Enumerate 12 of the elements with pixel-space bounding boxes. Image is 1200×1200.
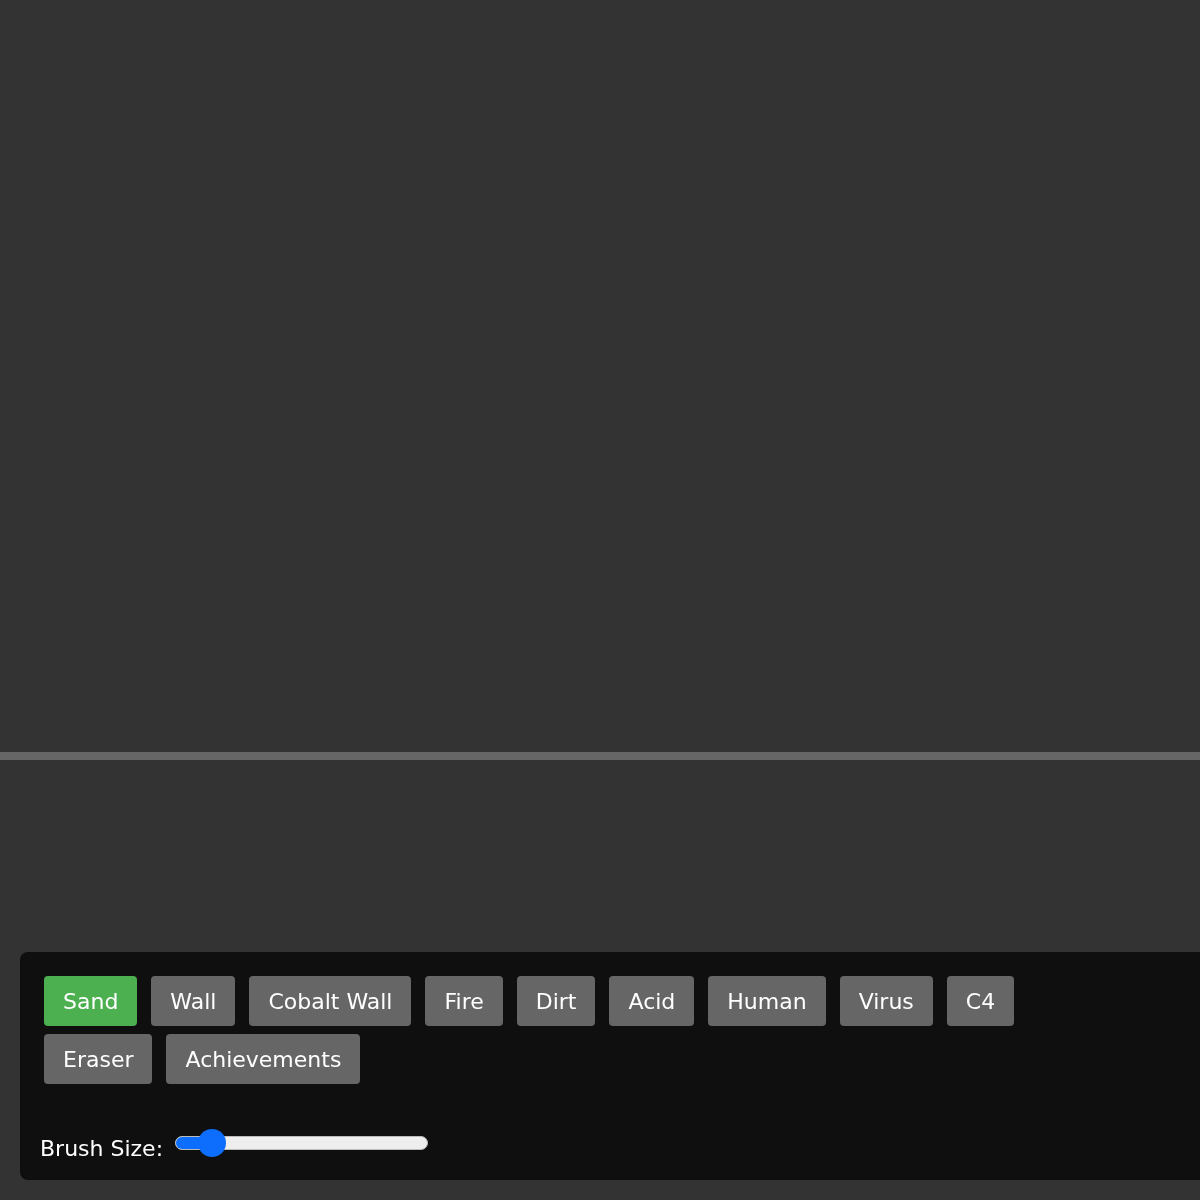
tool-button[interactable]: Eraser — [44, 1034, 153, 1084]
tool-button[interactable]: Dirt — [516, 976, 596, 1026]
tool-button[interactable]: C4 — [946, 976, 1015, 1026]
brush-size-slider[interactable] — [175, 1128, 429, 1157]
tool-button[interactable]: Cobalt Wall — [249, 976, 412, 1026]
tool-button[interactable]: Virus — [839, 976, 933, 1026]
tool-button[interactable]: Acid — [609, 976, 695, 1026]
tool-button[interactable]: Human — [708, 976, 826, 1026]
brush-size-label: Brush Size: — [40, 1135, 164, 1161]
tool-button[interactable]: Wall — [151, 976, 236, 1026]
tool-button[interactable]: Achievements — [166, 1034, 361, 1084]
tool-button[interactable]: Fire — [425, 976, 503, 1026]
